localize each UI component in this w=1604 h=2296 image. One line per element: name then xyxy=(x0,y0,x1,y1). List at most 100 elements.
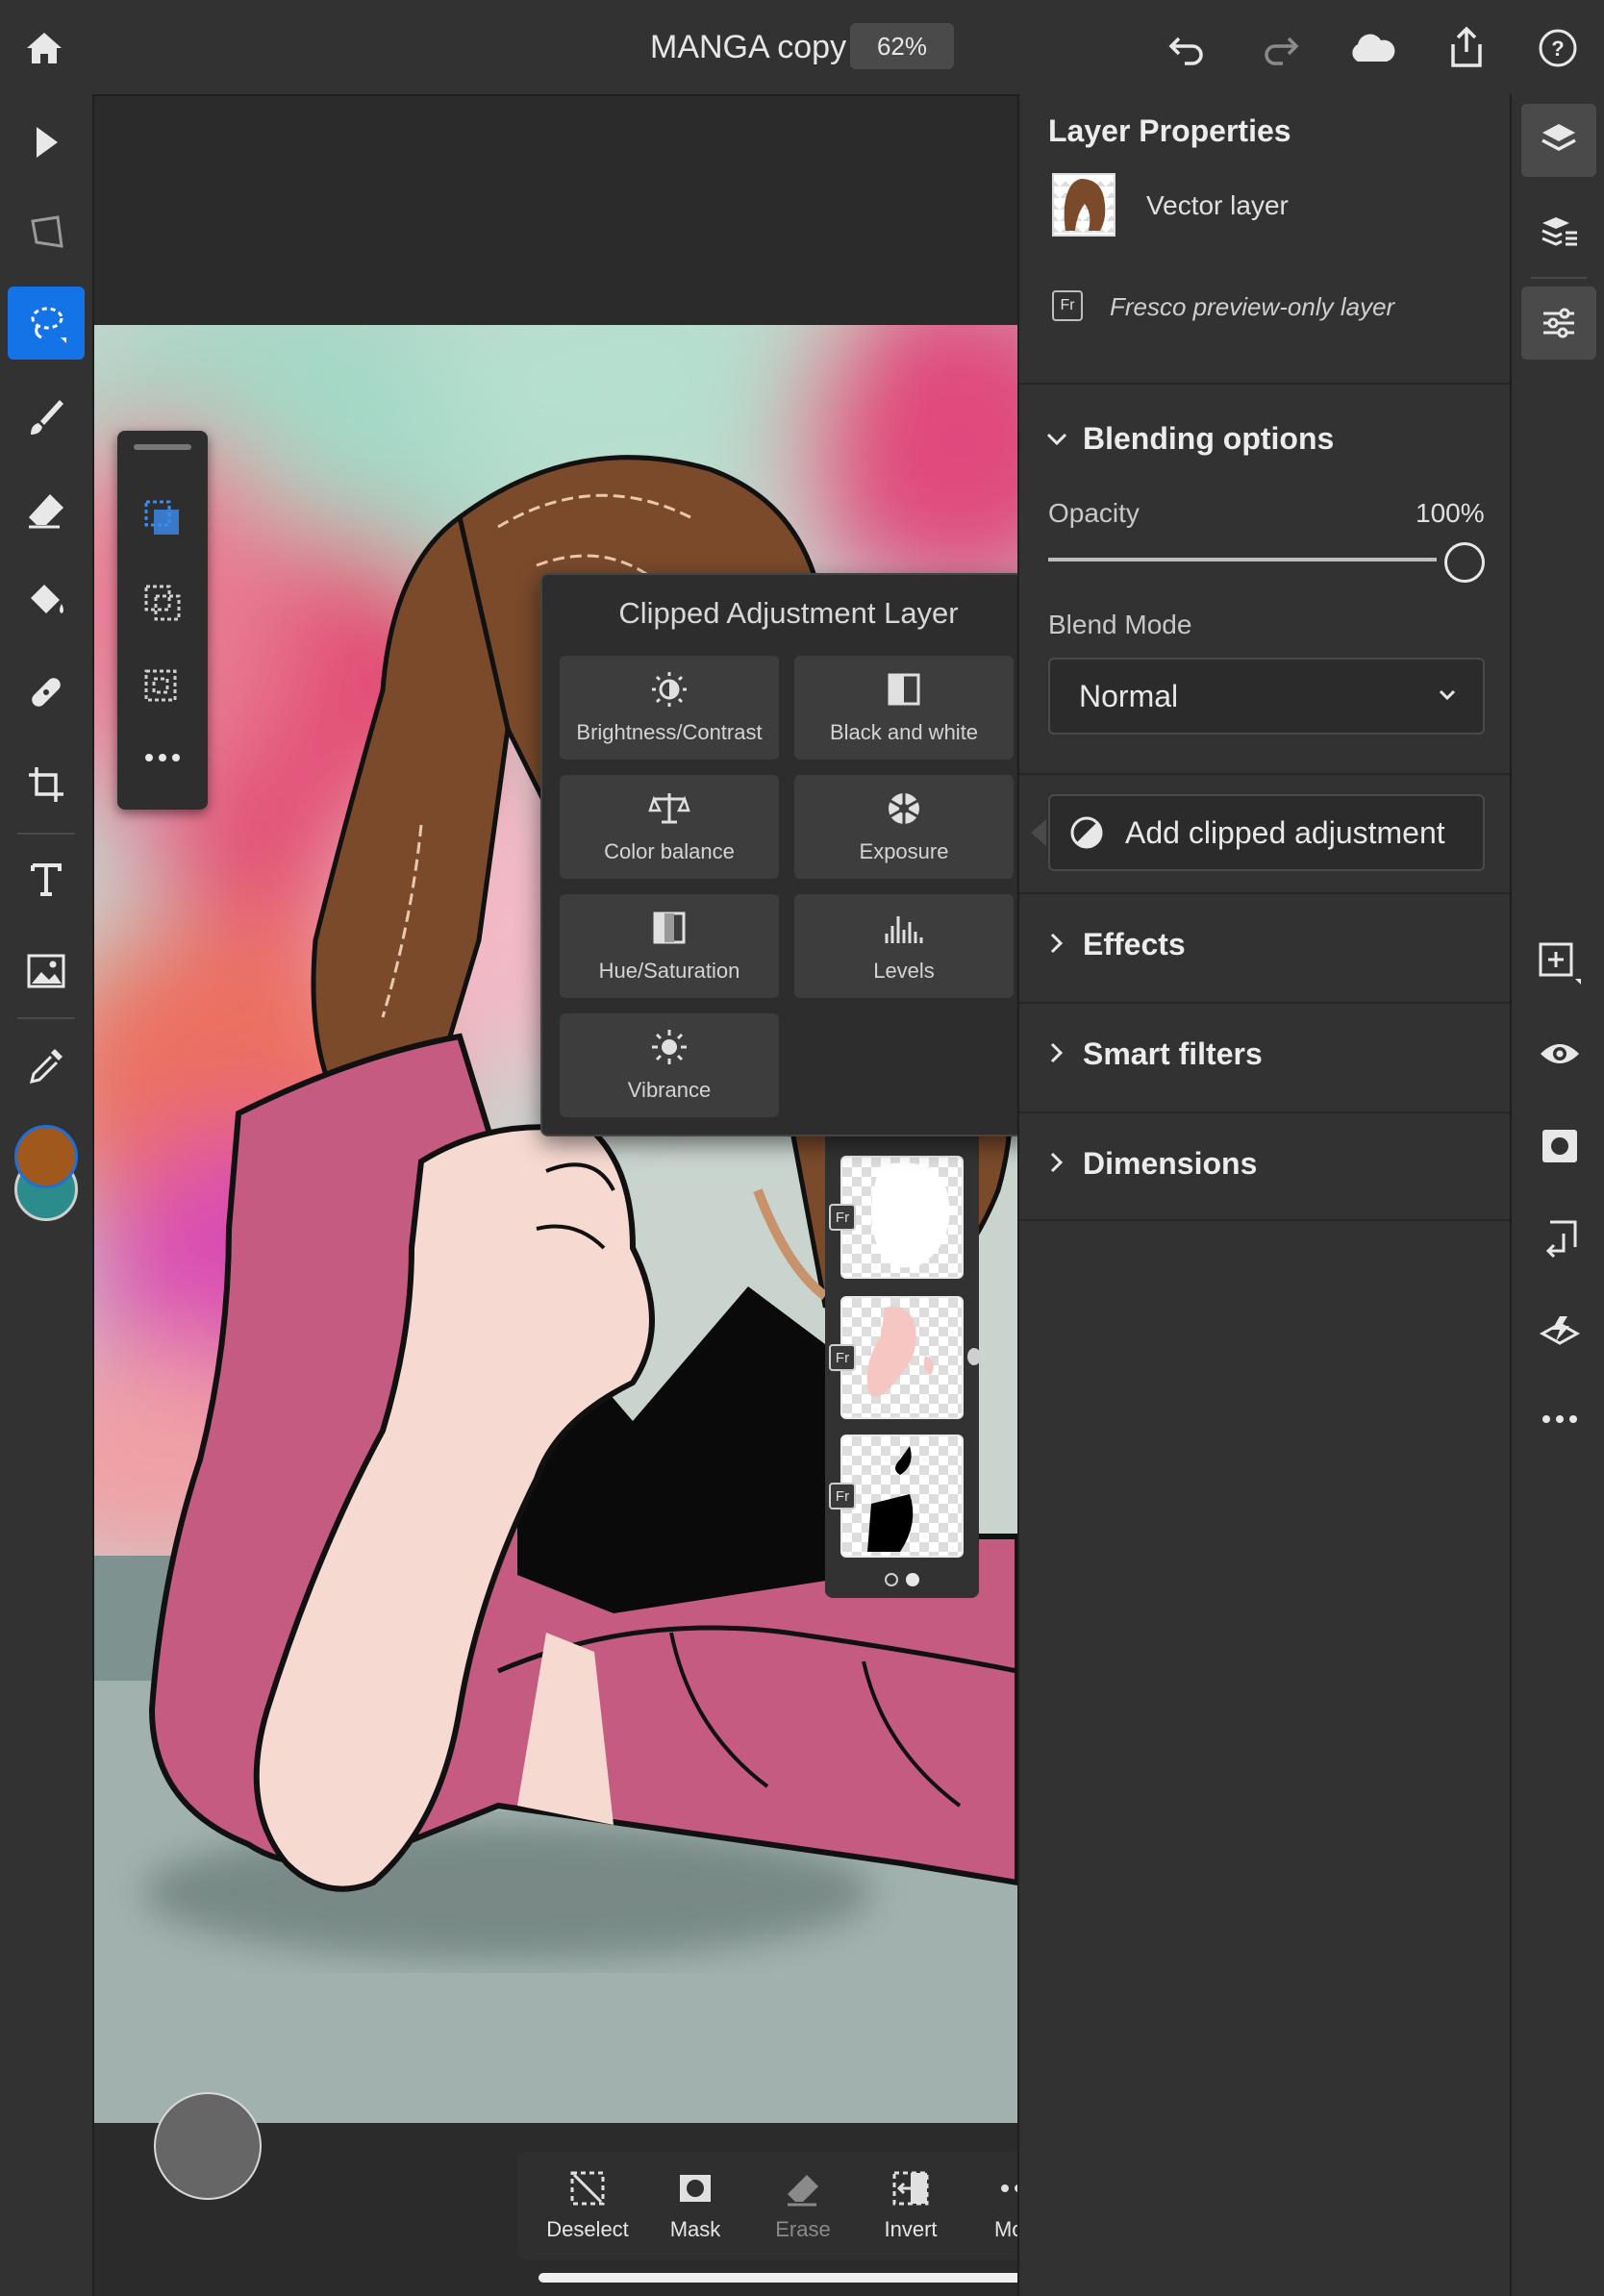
merge-layers-icon[interactable] xyxy=(1531,1304,1589,1358)
opacity-value: 100% xyxy=(1416,498,1485,528)
toolbar-divider xyxy=(1531,277,1587,279)
add-clipped-adjustment-button[interactable]: Add clipped adjustment xyxy=(1048,794,1485,871)
toolbar-divider xyxy=(17,833,75,835)
eraser-icon[interactable] xyxy=(21,485,71,535)
panel-divider xyxy=(1019,773,1512,775)
transform-icon[interactable] xyxy=(21,208,71,258)
option-label: Brightness/Contrast xyxy=(576,720,763,744)
lasso-selection-tool[interactable] xyxy=(8,287,85,360)
sliders-icon xyxy=(1543,308,1574,338)
share-icon[interactable] xyxy=(1442,23,1491,71)
add-to-selection-icon[interactable] xyxy=(138,579,187,627)
panel-title: Layer Properties xyxy=(1048,113,1291,148)
balance-scale-icon xyxy=(648,793,690,824)
color-balance-option[interactable]: Color balance xyxy=(560,775,779,879)
opacity-slider-track[interactable] xyxy=(1048,558,1437,562)
deselect-button[interactable]: Deselect xyxy=(535,2152,640,2259)
primary-color-swatch[interactable] xyxy=(14,1125,78,1188)
smart-filters-section-header[interactable]: Smart filters xyxy=(1083,1036,1263,1072)
layer-properties-panel: Layer Properties Vector layer Fr Fresco … xyxy=(1017,94,1512,2296)
healing-bandage-icon[interactable] xyxy=(21,667,71,717)
opacity-label: Opacity xyxy=(1048,498,1140,528)
invert-button[interactable]: Invert xyxy=(858,2152,964,2259)
help-icon[interactable]: ? xyxy=(1535,25,1581,71)
chevron-right-icon[interactable] xyxy=(1042,1038,1071,1067)
histogram-icon xyxy=(885,916,923,943)
panel-divider xyxy=(1019,383,1512,385)
page-dot-active[interactable] xyxy=(906,1573,919,1586)
effects-section-header[interactable]: Effects xyxy=(1083,927,1186,962)
deselect-label: Deselect xyxy=(546,2217,629,2241)
add-clipped-adjustment-label: Add clipped adjustment xyxy=(1125,815,1445,850)
paint-bucket-icon[interactable] xyxy=(21,575,71,625)
new-selection-icon[interactable] xyxy=(138,494,187,542)
toolbar-divider xyxy=(17,1017,75,1019)
layer-thumbnail[interactable] xyxy=(840,1156,964,1279)
more-options-icon[interactable] xyxy=(1531,1400,1589,1438)
chevron-right-icon[interactable] xyxy=(1042,1148,1071,1177)
right-toolbar xyxy=(1510,94,1604,2296)
crop-icon[interactable] xyxy=(21,760,71,810)
option-label: Color balance xyxy=(604,839,735,863)
zoom-level[interactable]: 62% xyxy=(850,23,954,69)
add-layer-icon[interactable] xyxy=(1531,935,1589,992)
drag-handle[interactable] xyxy=(134,444,191,450)
fresco-badge: Fr xyxy=(829,1483,856,1510)
fresco-badge: Fr xyxy=(1052,290,1083,321)
mask-icon xyxy=(680,2175,711,2202)
redo-icon[interactable] xyxy=(1258,25,1304,71)
layer-thumbnail-small xyxy=(1052,173,1115,237)
option-label: Exposure xyxy=(859,839,949,863)
left-toolbar xyxy=(0,94,94,2296)
mask-button[interactable]: Mask xyxy=(642,2152,748,2259)
exposure-option[interactable]: Exposure xyxy=(794,775,1014,879)
layer-thumbnail[interactable] xyxy=(840,1435,964,1558)
aperture-icon xyxy=(889,793,919,824)
svg-text:?: ? xyxy=(1551,37,1564,61)
levels-option[interactable]: Levels xyxy=(794,894,1014,998)
vibrance-option[interactable]: Vibrance xyxy=(560,1013,779,1117)
black-and-white-option[interactable]: Black and white xyxy=(794,656,1014,760)
layer-scroll-dot xyxy=(967,1348,981,1365)
layers-thumbnail-strip: Fr Fr Fr xyxy=(825,1123,981,1598)
more-options-icon[interactable] xyxy=(138,738,187,777)
home-indicator[interactable] xyxy=(539,2273,1065,2283)
invert-selection-icon xyxy=(892,2171,929,2206)
page-dot-inactive[interactable] xyxy=(885,1573,898,1586)
layer-type-label: Vector layer xyxy=(1146,190,1289,220)
cloud-icon[interactable] xyxy=(1346,25,1396,71)
erase-button[interactable]: Erase xyxy=(750,2152,856,2259)
chevron-down-icon[interactable] xyxy=(1042,425,1071,454)
opacity-slider-handle[interactable] xyxy=(1444,542,1485,583)
hue-saturation-icon xyxy=(653,911,686,944)
hue-saturation-option[interactable]: Hue/Saturation xyxy=(560,894,779,998)
layer-thumbnail[interactable] xyxy=(840,1296,964,1419)
subtract-from-selection-icon[interactable] xyxy=(138,663,187,711)
document-title[interactable]: MANGA copy xyxy=(650,29,846,66)
dimensions-section-header[interactable]: Dimensions xyxy=(1083,1146,1257,1182)
layers-panel-button[interactable] xyxy=(1521,104,1596,177)
layers-list-icon[interactable] xyxy=(1533,206,1585,258)
option-label: Vibrance xyxy=(627,1078,712,1102)
layer-mask-icon[interactable] xyxy=(1531,1119,1589,1173)
brush-size-knob[interactable] xyxy=(154,2092,262,2200)
select-arrow-icon[interactable] xyxy=(21,117,71,167)
clip-layer-icon[interactable] xyxy=(1531,1211,1589,1265)
chevron-right-icon[interactable] xyxy=(1042,929,1071,958)
eraser-icon xyxy=(788,2175,818,2207)
type-tool-icon[interactable] xyxy=(21,854,71,904)
eyedropper-icon[interactable] xyxy=(21,1040,71,1090)
visibility-eye-icon[interactable] xyxy=(1531,1027,1589,1081)
brush-icon[interactable] xyxy=(21,392,71,442)
blend-mode-value: Normal xyxy=(1079,679,1179,713)
brightness-contrast-option[interactable]: Brightness/Contrast xyxy=(560,656,779,760)
undo-icon[interactable] xyxy=(1164,25,1210,71)
blending-options-header[interactable]: Blending options xyxy=(1083,421,1334,457)
option-label: Black and white xyxy=(829,720,979,744)
home-icon[interactable] xyxy=(21,25,67,71)
chevron-down-icon xyxy=(1435,683,1460,708)
blend-mode-dropdown[interactable]: Normal xyxy=(1048,658,1485,735)
place-image-icon[interactable] xyxy=(21,946,71,996)
fresco-badge: Fr xyxy=(829,1204,856,1231)
layer-properties-button[interactable] xyxy=(1521,287,1596,360)
